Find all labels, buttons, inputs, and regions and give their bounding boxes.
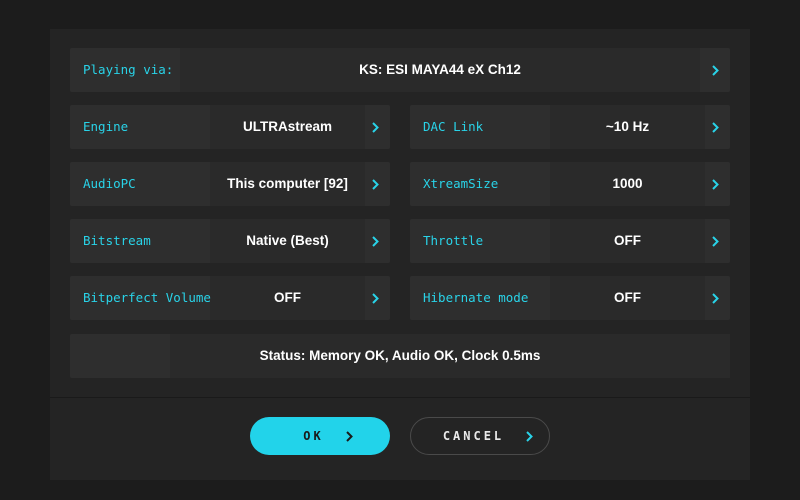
- audiopc-label: AudioPC: [83, 176, 136, 191]
- chevron-right-icon: [526, 430, 534, 442]
- hibernate-mode-row[interactable]: Hibernate mode OFF: [410, 276, 730, 320]
- audiopc-value: This computer [92]: [227, 176, 348, 191]
- xtreamsize-label: XtreamSize: [423, 176, 499, 191]
- bitperfect-volume-row[interactable]: Bitperfect Volume OFF: [70, 276, 390, 320]
- engine-label: Engine: [83, 119, 129, 134]
- bitstream-label: Bitstream: [83, 233, 151, 248]
- engine-row[interactable]: Engine ULTRAstream: [70, 105, 390, 149]
- chevron-right-icon: [346, 430, 353, 442]
- chevron-right-icon: [710, 219, 720, 263]
- bitperfect-volume-value: OFF: [274, 290, 301, 305]
- ok-button[interactable]: OK: [250, 417, 390, 455]
- throttle-row[interactable]: Throttle OFF: [410, 219, 730, 263]
- divider: [50, 397, 750, 398]
- ok-button-label: OK: [303, 429, 324, 443]
- chevron-right-icon: [370, 105, 380, 149]
- engine-value: ULTRAstream: [242, 119, 332, 134]
- playing-via-value: KS: ESI MAYA44 eX Ch12: [359, 62, 521, 77]
- status-text: Status: Memory OK, Audio OK, Clock 0.5ms: [259, 348, 541, 363]
- chevron-right-icon: [370, 276, 380, 320]
- status-bar: Status: Memory OK, Audio OK, Clock 0.5ms: [70, 334, 730, 378]
- xtreamsize-row[interactable]: XtreamSize 1000: [410, 162, 730, 206]
- dac-link-label: DAC Link: [423, 119, 484, 134]
- settings-dialog: Playing via: KS: ESI MAYA44 eX Ch12 Engi…: [50, 29, 750, 480]
- chevron-right-icon: [710, 105, 720, 149]
- chevron-right-icon: [710, 162, 720, 206]
- bitstream-value: Native (Best): [246, 233, 329, 248]
- dac-link-row[interactable]: DAC Link ~10 Hz: [410, 105, 730, 149]
- bitperfect-volume-label: Bitperfect Volume: [83, 290, 211, 305]
- hibernate-mode-value: OFF: [614, 290, 641, 305]
- xtreamsize-value: 1000: [612, 176, 643, 191]
- playing-via-row[interactable]: Playing via: KS: ESI MAYA44 eX Ch12: [70, 48, 730, 92]
- chevron-right-icon: [370, 219, 380, 263]
- chevron-right-icon: [370, 162, 380, 206]
- throttle-value: OFF: [614, 233, 641, 248]
- dac-link-value: ~10 Hz: [605, 119, 650, 134]
- bitstream-row[interactable]: Bitstream Native (Best): [70, 219, 390, 263]
- throttle-label: Throttle: [423, 233, 484, 248]
- playing-via-label: Playing via:: [83, 62, 174, 77]
- audiopc-row[interactable]: AudioPC This computer [92]: [70, 162, 390, 206]
- cancel-button-label: CANCEL: [442, 429, 505, 443]
- hibernate-mode-label: Hibernate mode: [423, 290, 529, 305]
- chevron-right-icon: [710, 48, 720, 92]
- cancel-button[interactable]: CANCEL: [410, 417, 550, 455]
- chevron-right-icon: [710, 276, 720, 320]
